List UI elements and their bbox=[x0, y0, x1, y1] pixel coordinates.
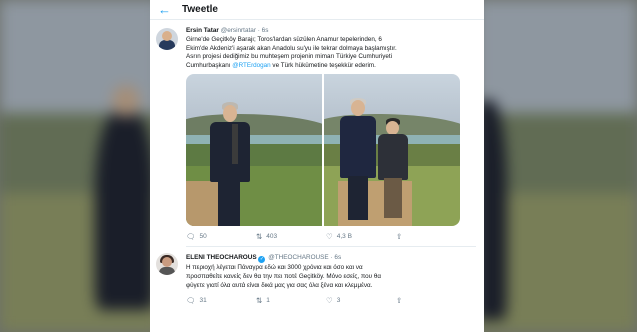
timestamp[interactable]: 6s bbox=[262, 27, 269, 34]
mention-link[interactable]: @RTErdogan bbox=[232, 62, 270, 69]
tweet-line: Ekim'de Akdeniz'i aşarak akan Anadolu su… bbox=[186, 44, 397, 52]
reply-count: 31 bbox=[199, 296, 207, 304]
reply-icon: 🗨 bbox=[186, 231, 196, 241]
retweet-count: 1 bbox=[266, 296, 270, 304]
tweet-ersin-tatar[interactable]: Ersin Tatar @ersinrtatar · 6s Girne'de G… bbox=[150, 20, 484, 248]
tweet-line: προσπαθείτε κανείς δεν θα την πει ποτέ G… bbox=[186, 272, 382, 280]
heart-icon: ♡ bbox=[326, 295, 333, 305]
person-figure bbox=[376, 118, 410, 226]
retweet-button[interactable]: ⇅ 403 bbox=[256, 232, 326, 241]
topbar: ← Tweetle bbox=[150, 0, 484, 20]
tweet-text: Girne'de Geçitköy Barajı; Toros'lardan s… bbox=[186, 36, 476, 70]
share-button[interactable]: ⇧ bbox=[396, 296, 402, 305]
author-handle[interactable]: @THEOCHAROUSE bbox=[268, 254, 328, 261]
separator-dot: · bbox=[330, 254, 333, 262]
separator-dot: · bbox=[257, 27, 260, 34]
reply-button[interactable]: 🗨 31 bbox=[186, 296, 256, 305]
tweet-text-fragment: Cumhurbaşkanı bbox=[186, 61, 233, 69]
tweet-actions: 🗨 50 ⇅ 403 ♡ 4,3 B ⇧ bbox=[186, 231, 456, 241]
tweet-photo-right[interactable] bbox=[324, 74, 460, 227]
retweet-button[interactable]: ⇅ 1 bbox=[256, 296, 326, 305]
reply-button[interactable]: 🗨 50 bbox=[186, 232, 256, 241]
like-button[interactable]: ♡ 4,3 B bbox=[326, 232, 396, 241]
verified-badge-icon: ✓ bbox=[258, 256, 266, 264]
timestamp[interactable]: 6s bbox=[334, 254, 341, 261]
person-figure bbox=[204, 102, 254, 227]
avatar[interactable] bbox=[156, 28, 178, 50]
tweet-header: ELENI THEOCHAROUS ✓ @THEOCHAROUSE · 6s bbox=[186, 253, 476, 264]
background-photo-right bbox=[477, 0, 637, 332]
like-count: 4,3 B bbox=[336, 232, 352, 240]
reply-count: 50 bbox=[199, 232, 207, 240]
heart-icon: ♡ bbox=[326, 231, 333, 241]
tweet-eleni-theocharous[interactable]: ELENI THEOCHAROUS ✓ @THEOCHAROUSE · 6s Η… bbox=[150, 247, 484, 305]
tweet-text: Η περιοχή λέγεται Πάναγρα εδώ και 3000 χ… bbox=[186, 264, 476, 290]
background-photo-left bbox=[0, 0, 160, 332]
reply-icon: 🗨 bbox=[186, 295, 196, 305]
share-icon: ⇧ bbox=[396, 295, 403, 305]
tweet-line: Girne'de Geçitköy Barajı; Toros'lardan s… bbox=[186, 36, 382, 43]
tweet-photo-left[interactable] bbox=[186, 74, 322, 227]
tweet-line: Η περιοχή λέγεται Πάναγρα εδώ και 3000 χ… bbox=[186, 264, 363, 272]
tweet-text-fragment: ve Türk hükümetine teşekkür ederim. bbox=[270, 61, 376, 69]
tweet-actions: 🗨 31 ⇅ 1 ♡ 3 ⇧ bbox=[186, 295, 456, 305]
tweet-line-last: Cumhurbaşkanı @RTErdogan ve Türk hükümet… bbox=[186, 62, 476, 71]
page-title: Tweetle bbox=[182, 4, 218, 15]
author-name[interactable]: Ersin Tatar bbox=[186, 27, 219, 34]
author-handle[interactable]: @ersinrtatar bbox=[221, 27, 256, 34]
tweet-card: ← Tweetle Ersin Tatar @ersinrtatar · 6s … bbox=[150, 0, 484, 332]
tweet-line: φύγετε γιατί όλα αυτά είναι δικά μας για… bbox=[186, 281, 373, 289]
share-button[interactable]: ⇧ bbox=[396, 232, 402, 241]
retweet-count: 403 bbox=[266, 232, 278, 240]
arrow-left-icon[interactable]: ← bbox=[158, 0, 182, 20]
like-count: 3 bbox=[336, 296, 341, 304]
tweet-header: Ersin Tatar @ersinrtatar · 6s bbox=[186, 26, 476, 35]
retweet-icon: ⇅ bbox=[256, 231, 263, 241]
author-name[interactable]: ELENI THEOCHAROUS bbox=[186, 254, 257, 261]
avatar[interactable] bbox=[156, 253, 178, 276]
retweet-icon: ⇅ bbox=[256, 295, 263, 305]
tweet-photos bbox=[186, 74, 460, 227]
tweet-line: Asrın projesi dediğimiz bu muhteşem proj… bbox=[186, 53, 393, 61]
share-icon: ⇧ bbox=[396, 231, 403, 241]
like-button[interactable]: ♡ 3 bbox=[326, 296, 396, 305]
person-figure bbox=[338, 98, 378, 226]
